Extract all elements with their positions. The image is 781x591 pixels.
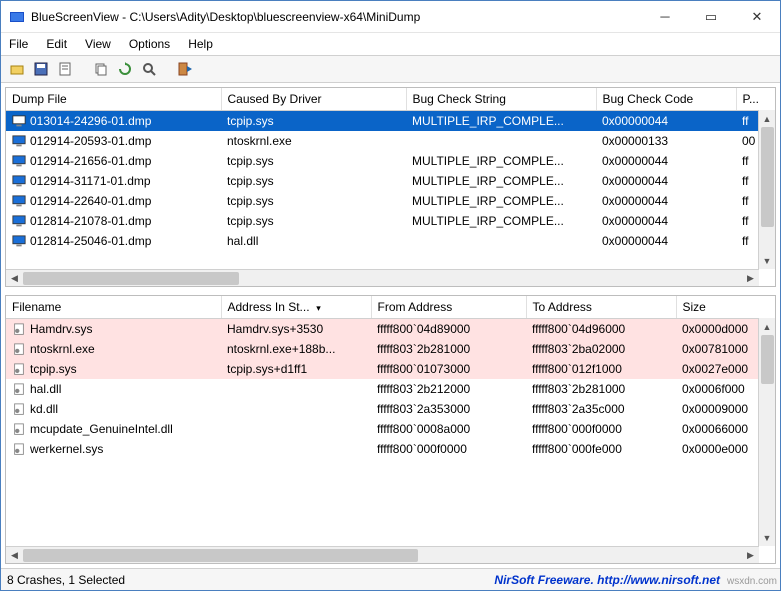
- scroll-left-icon[interactable]: ◀: [6, 547, 23, 564]
- table-row[interactable]: 012914-31171-01.dmptcpip.sysMULTIPLE_IRP…: [6, 171, 758, 191]
- col-filename[interactable]: Filename: [6, 296, 221, 318]
- table-row[interactable]: 012814-25046-01.dmphal.dll0x00000044ff: [6, 231, 758, 251]
- table-row[interactable]: hal.dllfffff803`2b212000fffff803`2b28100…: [6, 379, 758, 399]
- tool-copy-icon[interactable]: [91, 59, 111, 79]
- horizontal-scrollbar[interactable]: ◀ ▶: [6, 269, 759, 286]
- window-controls: ─ ▭ ✕: [642, 1, 780, 33]
- tool-refresh-icon[interactable]: [115, 59, 135, 79]
- status-bar: 8 Crashes, 1 Selected NirSoft Freeware. …: [1, 568, 780, 590]
- col-address-in[interactable]: Address In St... ▾: [221, 296, 371, 318]
- table-row[interactable]: 012914-21656-01.dmptcpip.sysMULTIPLE_IRP…: [6, 151, 758, 171]
- menu-options[interactable]: Options: [129, 37, 170, 51]
- scroll-right-icon[interactable]: ▶: [742, 270, 759, 287]
- vertical-scrollbar[interactable]: ▲ ▼: [758, 110, 775, 269]
- table-row[interactable]: Hamdrv.sysHamdrv.sys+3530fffff800`04d890…: [6, 318, 758, 339]
- table-row[interactable]: 012914-20593-01.dmpntoskrnl.exe0x0000013…: [6, 131, 758, 151]
- close-button[interactable]: ✕: [734, 1, 780, 33]
- toolbar: [1, 55, 780, 83]
- table-row[interactable]: werkernel.sysfffff800`000f0000fffff800`0…: [6, 439, 758, 459]
- table-row[interactable]: 013014-24296-01.dmptcpip.sysMULTIPLE_IRP…: [6, 110, 758, 131]
- driver-table[interactable]: Filename Address In St... ▾ From Address…: [6, 296, 758, 459]
- table-row[interactable]: kd.dllfffff803`2a353000fffff803`2a35c000…: [6, 399, 758, 419]
- col-size[interactable]: Size: [676, 296, 758, 318]
- scroll-right-icon[interactable]: ▶: [742, 547, 759, 564]
- menu-view[interactable]: View: [85, 37, 111, 51]
- col-dump-file[interactable]: Dump File: [6, 88, 221, 110]
- col-p[interactable]: P...: [736, 88, 758, 110]
- scroll-down-icon[interactable]: ▼: [759, 529, 776, 546]
- table-row[interactable]: mcupdate_GenuineIntel.dllfffff800`0008a0…: [6, 419, 758, 439]
- scroll-up-icon[interactable]: ▲: [759, 110, 776, 127]
- horizontal-scrollbar[interactable]: ◀ ▶: [6, 546, 759, 563]
- col-bug-code[interactable]: Bug Check Code: [596, 88, 736, 110]
- tool-save-icon[interactable]: [31, 59, 51, 79]
- menu-bar: File Edit View Options Help: [1, 33, 780, 55]
- menu-edit[interactable]: Edit: [46, 37, 67, 51]
- scroll-left-icon[interactable]: ◀: [6, 270, 23, 287]
- col-bug-string[interactable]: Bug Check String: [406, 88, 596, 110]
- dump-list-pane: Dump File Caused By Driver Bug Check Str…: [5, 87, 776, 287]
- table-row[interactable]: 012914-22640-01.dmptcpip.sysMULTIPLE_IRP…: [6, 191, 758, 211]
- window-title: BlueScreenView - C:\Users\Adity\Desktop\…: [31, 10, 642, 24]
- table-row[interactable]: 012814-21078-01.dmptcpip.sysMULTIPLE_IRP…: [6, 211, 758, 231]
- dump-table-header[interactable]: Dump File Caused By Driver Bug Check Str…: [6, 88, 758, 110]
- driver-table-header[interactable]: Filename Address In St... ▾ From Address…: [6, 296, 758, 318]
- tool-open-icon[interactable]: [7, 59, 27, 79]
- status-text: 8 Crashes, 1 Selected: [1, 573, 494, 587]
- col-to-addr[interactable]: To Address: [526, 296, 676, 318]
- tool-exit-icon[interactable]: [175, 59, 195, 79]
- tool-properties-icon[interactable]: [55, 59, 75, 79]
- scroll-down-icon[interactable]: ▼: [759, 252, 776, 269]
- menu-file[interactable]: File: [9, 37, 28, 51]
- table-row[interactable]: ntoskrnl.exentoskrnl.exe+188b...fffff803…: [6, 339, 758, 359]
- table-row[interactable]: tcpip.systcpip.sys+d1ff1fffff800`0107300…: [6, 359, 758, 379]
- driver-list-pane: Filename Address In St... ▾ From Address…: [5, 295, 776, 564]
- col-from-addr[interactable]: From Address: [371, 296, 526, 318]
- app-icon: [9, 9, 25, 25]
- watermark: wsxdn.com: [727, 576, 777, 587]
- vertical-scrollbar[interactable]: ▲ ▼: [758, 318, 775, 546]
- menu-help[interactable]: Help: [188, 37, 213, 51]
- scroll-up-icon[interactable]: ▲: [759, 318, 776, 335]
- col-caused-by[interactable]: Caused By Driver: [221, 88, 406, 110]
- dump-table[interactable]: Dump File Caused By Driver Bug Check Str…: [6, 88, 758, 251]
- title-bar: BlueScreenView - C:\Users\Adity\Desktop\…: [1, 1, 780, 33]
- maximize-button[interactable]: ▭: [688, 1, 734, 33]
- minimize-button[interactable]: ─: [642, 1, 688, 33]
- tool-find-icon[interactable]: [139, 59, 159, 79]
